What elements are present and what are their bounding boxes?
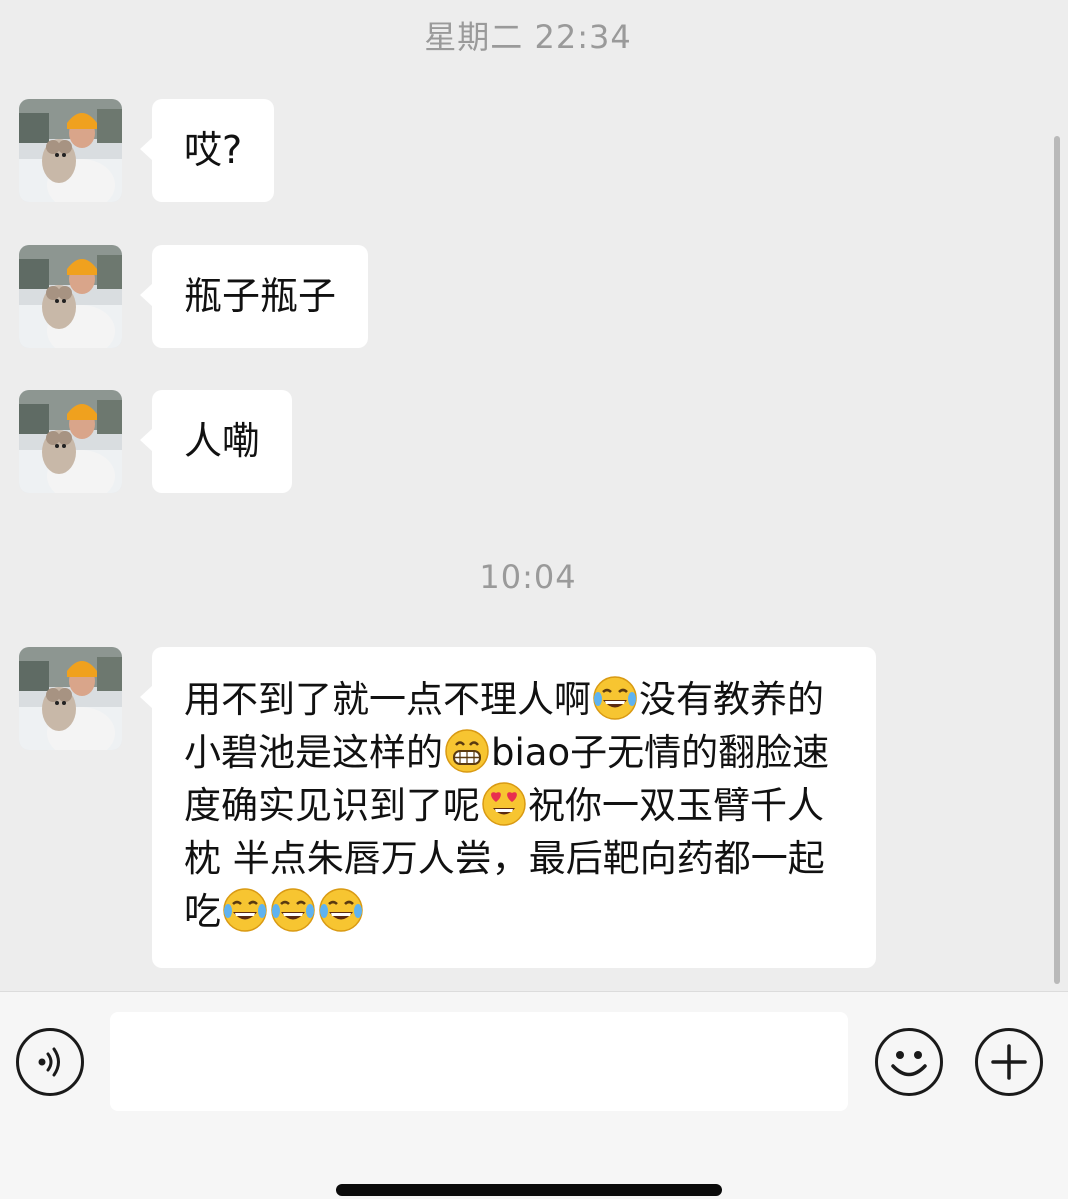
- message-input[interactable]: [110, 1012, 848, 1111]
- message-bubble[interactable]: 人嘞: [139, 390, 293, 493]
- avatar[interactable]: [19, 99, 122, 202]
- joy-emoji-icon: [319, 888, 363, 932]
- message-bubble[interactable]: 哎?: [139, 99, 275, 202]
- message-row: 人嘞: [19, 390, 293, 493]
- message-bubble-long[interactable]: 用不到了就一点不理人啊 没有教养的小碧池是这样的 biao子无情的翻脸速度确实见识到…: [140, 647, 876, 968]
- message-row: 哎?: [19, 99, 275, 202]
- smiley-icon: [891, 1051, 927, 1077]
- avatar[interactable]: [19, 245, 122, 348]
- message-row: 瓶子瓶子: [19, 245, 369, 348]
- emoji-button[interactable]: [875, 1028, 943, 1096]
- voice-button[interactable]: [16, 1028, 84, 1096]
- voice-icon: [38, 1047, 60, 1077]
- input-bar: [0, 991, 1068, 1199]
- joy-emoji-icon: [593, 676, 637, 720]
- grin-emoji-icon: [445, 729, 489, 773]
- plus-icon: [991, 1044, 1027, 1080]
- scrollbar[interactable]: [1054, 136, 1060, 984]
- message-text: 用不到了就一点不理人啊: [184, 678, 591, 721]
- message-bubble[interactable]: 瓶子瓶子: [139, 245, 369, 348]
- joy-emoji-icon: [271, 888, 315, 932]
- avatar[interactable]: [19, 390, 122, 493]
- joy-emoji-icon: [223, 888, 267, 932]
- avatar[interactable]: [19, 647, 122, 750]
- message-row: 用不到了就一点不理人啊 没有教养的小碧池是这样的 biao子无情的翻脸速度确实见识到…: [19, 647, 876, 968]
- timestamp-tuesday: 星期二 22:34: [424, 18, 632, 56]
- more-button[interactable]: [975, 1028, 1043, 1096]
- heart-eyes-emoji-icon: [482, 782, 526, 826]
- timestamp-morning: 10:04: [479, 558, 577, 596]
- chat-area[interactable]: 星期二 22:34 哎? 瓶子瓶子 人嘞 10:04 用不到了就一点不理人啊 没…: [0, 0, 1068, 990]
- home-indicator[interactable]: [336, 1184, 722, 1196]
